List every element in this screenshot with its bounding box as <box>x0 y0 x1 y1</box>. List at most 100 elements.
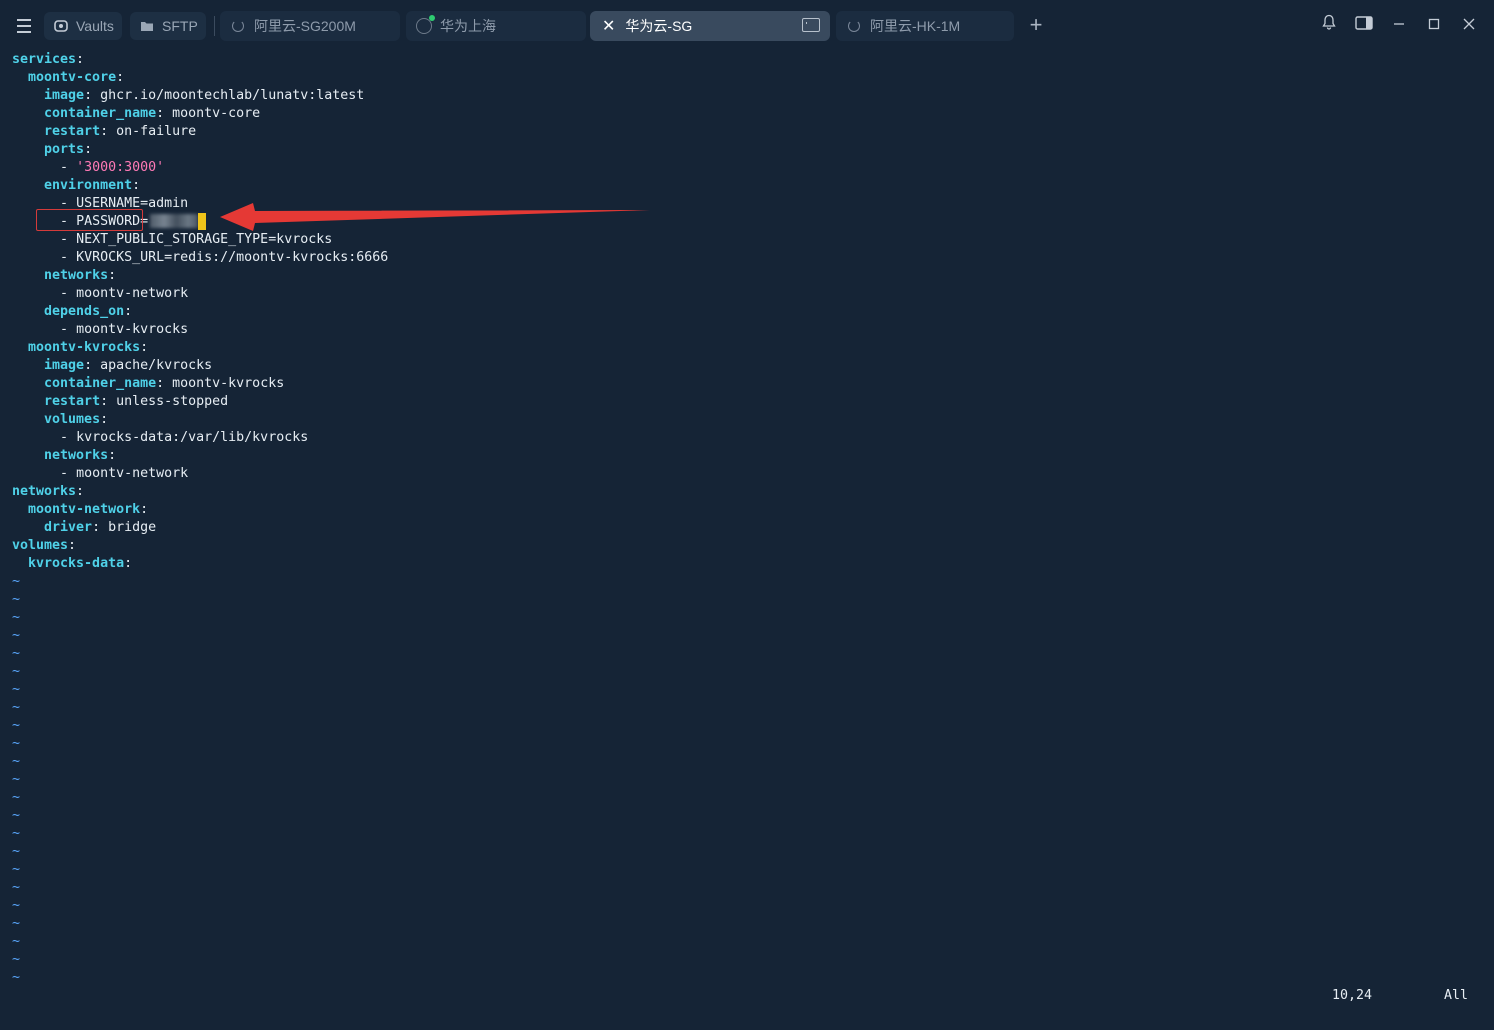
yaml-value: ghcr.io/moontechlab/lunatv:latest <box>92 88 365 103</box>
tab-huawei-shanghai[interactable]: 华为上海 <box>406 11 586 41</box>
editor-line: driver: bridge <box>44 520 157 535</box>
tab-aliyun-hk-1m[interactable]: 阿里云-HK-1M <box>836 11 1014 41</box>
yaml-key: driver <box>44 520 93 535</box>
terminal-icon[interactable] <box>802 18 820 32</box>
vaults-button[interactable]: Vaults <box>44 12 122 40</box>
sftp-label: SFTP <box>162 18 198 34</box>
editor-line: image: apache/kvrocks <box>44 358 213 373</box>
yaml-key: moontv-core <box>28 70 117 85</box>
yaml-key: volumes <box>12 538 69 553</box>
bell-icon[interactable] <box>1317 14 1341 38</box>
yaml-key: restart <box>44 394 101 409</box>
scroll-position: All <box>1444 988 1469 1003</box>
yaml-key: depends_on <box>44 304 125 319</box>
editor-line: kvrocks-data: <box>28 556 133 571</box>
empty-line-tilde: ~ <box>12 592 21 607</box>
empty-line-tilde: ~ <box>12 628 21 643</box>
editor-line: moontv-core: <box>28 70 125 85</box>
editor-line: container_name: moontv-kvrocks <box>44 376 285 391</box>
editor-line: - moontv-kvrocks <box>60 322 189 337</box>
server-status-icon <box>416 15 435 34</box>
empty-line-tilde: ~ <box>12 736 21 751</box>
empty-line-tilde: ~ <box>12 952 21 967</box>
yaml-key: container_name <box>44 106 157 121</box>
new-tab-button[interactable]: + <box>1024 13 1048 37</box>
empty-line-tilde: ~ <box>12 970 21 985</box>
editor-line: depends_on: <box>44 304 133 319</box>
yaml-key: volumes <box>44 412 101 427</box>
yaml-key: moontv-network <box>28 502 141 517</box>
yaml-key: image <box>44 358 85 373</box>
close-window-icon[interactable] <box>1457 14 1481 38</box>
empty-line-tilde: ~ <box>12 682 21 697</box>
yaml-key: networks <box>12 484 77 499</box>
yaml-key: environment <box>44 178 133 193</box>
empty-line-tilde: ~ <box>12 934 21 949</box>
empty-line-tilde: ~ <box>12 646 21 661</box>
empty-line-tilde: ~ <box>12 754 21 769</box>
divider <box>214 16 215 36</box>
empty-line-tilde: ~ <box>12 790 21 805</box>
yaml-value: unless-stopped <box>108 394 229 409</box>
redacted-password <box>150 214 198 228</box>
yaml-key: ports <box>44 142 85 157</box>
loading-icon <box>848 20 860 32</box>
editor-line: volumes: <box>12 538 77 553</box>
empty-line-tilde: ~ <box>12 844 21 859</box>
vaults-label: Vaults <box>76 18 114 34</box>
empty-line-tilde: ~ <box>12 826 21 841</box>
yaml-list-item: moontv-network <box>76 466 189 481</box>
folder-icon <box>141 22 153 31</box>
editor-line: networks: <box>44 268 117 283</box>
close-tab-icon[interactable]: ✕ <box>602 16 615 36</box>
text-cursor <box>198 213 206 230</box>
tab-label: 阿里云-HK-1M <box>870 18 961 34</box>
empty-line-tilde: ~ <box>12 772 21 787</box>
empty-line-tilde: ~ <box>12 880 21 895</box>
password-highlight-box <box>36 209 143 231</box>
empty-line-tilde: ~ <box>12 700 21 715</box>
empty-line-tilde: ~ <box>12 898 21 913</box>
menu-icon[interactable] <box>10 14 38 38</box>
editor-line: - moontv-network <box>60 286 189 301</box>
empty-line-tilde: ~ <box>12 664 21 679</box>
empty-line-tilde: ~ <box>12 610 21 625</box>
editor-line: image: ghcr.io/moontechlab/lunatv:latest <box>44 88 365 103</box>
yaml-list-item: NEXT_PUBLIC_STORAGE_TYPE=kvrocks <box>76 232 333 247</box>
tab-label: 阿里云-SG200M <box>254 18 356 34</box>
editor-line: moontv-kvrocks: <box>28 340 149 355</box>
yaml-key: networks <box>44 448 109 463</box>
editor-line: networks: <box>12 484 85 499</box>
yaml-key: container_name <box>44 376 157 391</box>
editor-line: - KVROCKS_URL=redis://moontv-kvrocks:666… <box>60 250 389 265</box>
tab-aliyun-sg200m[interactable]: 阿里云-SG200M <box>220 11 400 41</box>
sftp-button[interactable]: SFTP <box>130 12 206 40</box>
editor-line: environment: <box>44 178 141 193</box>
cursor-position: 10,24 <box>1332 988 1373 1003</box>
loading-icon <box>232 20 244 32</box>
yaml-list-item: KVROCKS_URL=redis://moontv-kvrocks:6666 <box>76 250 389 265</box>
maximize-icon[interactable] <box>1422 14 1446 38</box>
yaml-value: bridge <box>100 520 157 535</box>
empty-line-tilde: ~ <box>12 808 21 823</box>
editor-line: services: <box>12 52 85 67</box>
minimize-icon[interactable] <box>1387 14 1411 38</box>
yaml-value: on-failure <box>108 124 197 139</box>
yaml-key: restart <box>44 124 101 139</box>
yaml-key: moontv-kvrocks <box>28 340 141 355</box>
editor-line: ports: <box>44 142 93 157</box>
sidebar-toggle-icon[interactable] <box>1352 14 1376 38</box>
yaml-list-item: kvrocks-data:/var/lib/kvrocks <box>76 430 309 445</box>
empty-line-tilde: ~ <box>12 574 21 589</box>
title-bar: Vaults SFTP 阿里云-SG200M 华为上海 ✕ 华为云-SG 阿里云… <box>0 0 1494 52</box>
empty-line-tilde: ~ <box>12 862 21 877</box>
online-dot-icon <box>429 15 435 21</box>
editor-line: restart: on-failure <box>44 124 197 139</box>
empty-line-tilde: ~ <box>12 916 21 931</box>
tab-label: 华为云-SG <box>625 18 693 34</box>
yaml-list-item: '3000:3000' <box>76 160 165 175</box>
terminal-editor[interactable]: services: moontv-core: image: ghcr.io/mo… <box>12 51 1482 987</box>
yaml-key: services <box>12 52 77 67</box>
red-arrow-annotation <box>220 203 650 231</box>
tab-huawei-sg[interactable]: ✕ 华为云-SG <box>590 11 830 41</box>
